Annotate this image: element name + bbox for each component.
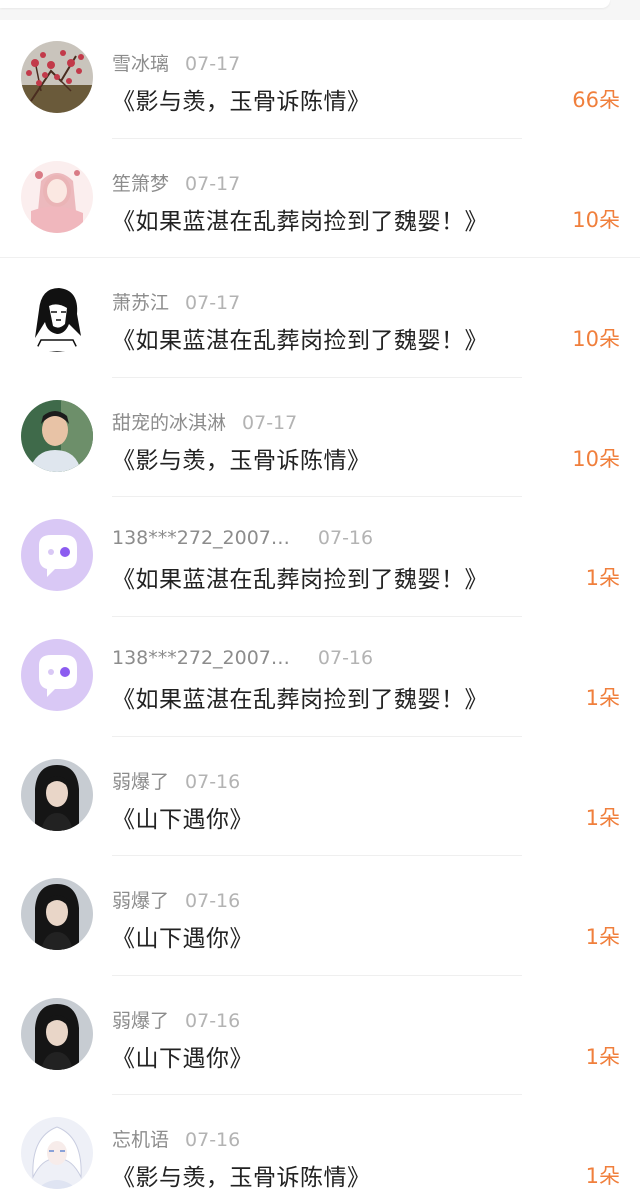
item-meta: 雪冰璃 07-17	[112, 49, 241, 75]
list-item[interactable]: 弱爆了 07-16 《山下遇你》 1朵	[0, 737, 640, 857]
item-meta: 忘机语 07-16	[112, 1125, 241, 1152]
flower-count: 1朵	[585, 925, 620, 950]
flower-count: 10朵	[572, 207, 620, 232]
item-meta: 138***272_2007… 07-16	[112, 647, 373, 671]
user-name[interactable]: 甜宠的冰淇淋	[112, 412, 226, 434]
user-name[interactable]: 138***272_2007…	[112, 647, 290, 669]
avatar[interactable]	[21, 41, 93, 113]
item-meta: 弱爆了 07-16	[112, 886, 241, 913]
item-date: 07-16	[185, 1009, 241, 1032]
item-meta: 弱爆了 07-16	[112, 1006, 241, 1032]
list-item[interactable]: 弱爆了 07-16 《山下遇你》 1朵	[0, 976, 640, 1096]
avatar[interactable]	[21, 519, 93, 592]
book-title[interactable]: 《影与羡，玉骨诉陈情》	[112, 441, 371, 475]
user-name[interactable]: 弱爆了	[112, 771, 169, 793]
list-item[interactable]: 甜宠的冰淇淋 07-17 《影与羡，玉骨诉陈情》 10朵	[0, 378, 640, 498]
default-chat-avatar-icon	[21, 638, 93, 711]
flower-count: 1朵	[585, 1044, 620, 1069]
item-date: 07-17	[185, 292, 241, 315]
item-meta: 萧苏江 07-17	[112, 288, 241, 315]
pink-anime-girl-icon	[21, 160, 93, 233]
young-man-photo-icon	[21, 399, 93, 472]
plum-blossom-photo-icon	[21, 41, 93, 113]
item-date: 07-16	[317, 527, 374, 550]
book-title[interactable]: 《山下遇你》	[112, 800, 253, 834]
list-item[interactable]: 忘机语 07-16 《影与羡，玉骨诉陈情》 1朵	[0, 1095, 640, 1203]
avatar[interactable]	[21, 1117, 93, 1190]
user-name[interactable]: 弱爆了	[112, 1010, 169, 1032]
list-item[interactable]: 雪冰璃 07-17 《影与羡，玉骨诉陈情》 66朵	[0, 19, 640, 139]
book-title[interactable]: 《影与羡，玉骨诉陈情》	[112, 82, 371, 116]
dark-costume-portrait-icon	[21, 997, 93, 1070]
user-name[interactable]: 弱爆了	[112, 890, 169, 912]
avatar[interactable]	[21, 878, 93, 951]
item-meta: 笙箫梦 07-17	[112, 169, 241, 195]
flower-count: 10朵	[572, 446, 620, 471]
avatar[interactable]	[21, 399, 93, 472]
item-date: 07-16	[185, 770, 241, 793]
book-title[interactable]: 《如果蓝湛在乱葬岗捡到了魏婴！》	[112, 321, 488, 355]
item-meta: 甜宠的冰淇淋 07-17	[112, 408, 298, 434]
flower-count: 10朵	[572, 327, 620, 352]
avatar[interactable]	[21, 280, 93, 353]
flower-count: 1朵	[585, 685, 620, 710]
user-name[interactable]: 萧苏江	[112, 292, 169, 314]
item-date: 07-16	[317, 646, 374, 669]
user-name[interactable]: 笙箫梦	[112, 173, 169, 195]
avatar[interactable]	[21, 997, 93, 1070]
dark-costume-portrait-icon	[21, 758, 93, 831]
list-item[interactable]: 弱爆了 07-16 《山下遇你》 1朵	[0, 856, 640, 976]
lineart-portrait-icon	[21, 280, 93, 353]
book-title[interactable]: 《影与羡，玉骨诉陈情》	[112, 1158, 371, 1192]
list-item[interactable]: 萧苏江 07-17 《如果蓝湛在乱葬岗捡到了魏婴！》 10朵	[0, 258, 640, 378]
avatar[interactable]	[21, 160, 93, 233]
list-item[interactable]: 138***272_2007… 07-16 《如果蓝湛在乱葬岗捡到了魏婴！》 1朵	[0, 617, 640, 737]
book-title[interactable]: 《山下遇你》	[112, 1039, 253, 1073]
book-title[interactable]: 《如果蓝湛在乱葬岗捡到了魏婴！》	[112, 560, 488, 594]
gift-list: 雪冰璃 07-17 《影与羡，玉骨诉陈情》 66朵 笙箫梦 07-17 《如果蓝湛在…	[0, 19, 640, 1203]
list-item[interactable]: 138***272_2007… 07-16 《如果蓝湛在乱葬岗捡到了魏婴！》 1朵	[0, 497, 640, 617]
flower-count: 1朵	[585, 566, 620, 591]
book-title[interactable]: 《山下遇你》	[112, 919, 253, 953]
flower-count: 66朵	[572, 88, 620, 112]
top-card-edge	[0, 0, 610, 8]
item-date: 07-16	[185, 1129, 241, 1152]
item-date: 07-17	[185, 172, 241, 195]
flower-count: 1朵	[585, 1164, 620, 1189]
default-chat-avatar-icon	[21, 519, 93, 592]
avatar[interactable]	[21, 758, 93, 831]
item-meta: 弱爆了 07-16	[112, 767, 241, 793]
item-date: 07-16	[185, 890, 241, 913]
avatar[interactable]	[21, 638, 93, 711]
list-item[interactable]: 笙箫梦 07-17 《如果蓝湛在乱葬岗捡到了魏婴！》 10朵	[0, 139, 640, 259]
item-date: 07-17	[185, 53, 241, 75]
top-bar	[0, 0, 640, 20]
user-name[interactable]: 138***272_2007…	[112, 527, 290, 549]
book-title[interactable]: 《如果蓝湛在乱葬岗捡到了魏婴！》	[112, 202, 488, 236]
item-meta: 138***272_2007… 07-16	[112, 527, 373, 551]
flower-count: 1朵	[585, 805, 620, 830]
dark-costume-portrait-icon	[21, 878, 93, 951]
user-name[interactable]: 忘机语	[112, 1129, 169, 1151]
white-hair-anime-icon	[21, 1117, 93, 1190]
item-date: 07-17	[242, 411, 298, 434]
book-title[interactable]: 《如果蓝湛在乱葬岗捡到了魏婴！》	[112, 680, 488, 714]
user-name[interactable]: 雪冰璃	[112, 53, 169, 75]
